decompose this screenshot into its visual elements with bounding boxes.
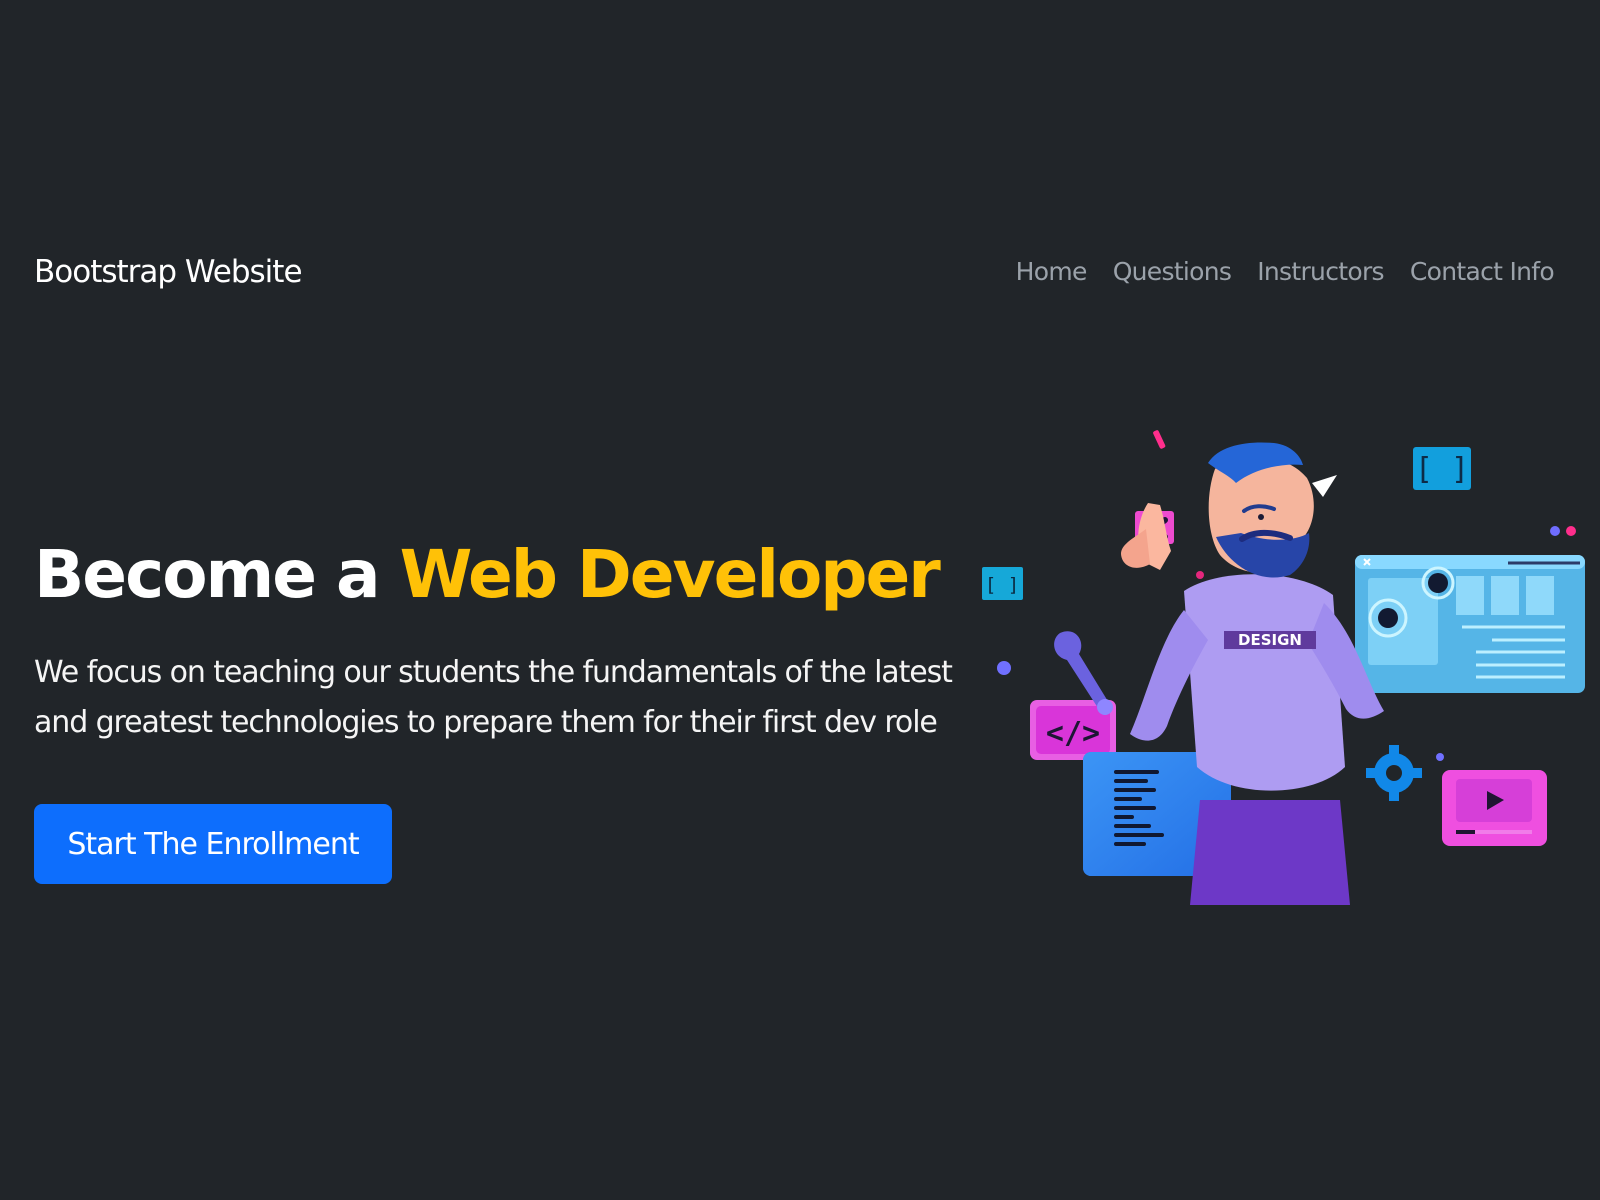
hero-section: Become a Web Developer We focus on teach… (34, 520, 974, 884)
svg-text:[ ]: [ ] (985, 574, 1019, 596)
decor-dot (1566, 526, 1576, 536)
bracket-icon: [ ] (1413, 447, 1471, 490)
nav-link-contact-info[interactable]: Contact Info (1410, 250, 1555, 294)
decor-dot (1196, 571, 1204, 579)
developer-illustration: [ ] [ ] </> DESIGN (970, 425, 1600, 910)
hero-title: Become a Web Developer (34, 520, 974, 630)
developer-illustration-svg: [ ] [ ] </> DESIGN (982, 430, 1585, 905)
decor-dot (997, 661, 1011, 675)
decor-dot (1550, 526, 1560, 536)
decor-mark (1153, 430, 1166, 449)
svg-text:</>: </> (1046, 716, 1100, 751)
svg-text:[ ]: [ ] (1415, 452, 1469, 487)
shirt-text: DESIGN (1238, 631, 1302, 649)
page: Bootstrap Website Home Questions Instruc… (0, 0, 1600, 1200)
nav-links: Home Questions Instructors Contact Info (1016, 250, 1555, 294)
brand-logo[interactable]: Bootstrap Website (34, 250, 303, 294)
triangle-icon (1312, 475, 1337, 497)
nav-link-instructors[interactable]: Instructors (1257, 250, 1384, 294)
hero-title-prefix: Become a (34, 536, 400, 613)
decor-dot (1436, 753, 1444, 761)
gear-icon (1366, 745, 1422, 801)
nav-link-home[interactable]: Home (1016, 250, 1088, 294)
play-video-icon (1442, 770, 1547, 846)
browser-window (1355, 555, 1585, 693)
nav-link-questions[interactable]: Questions (1113, 250, 1232, 294)
start-enrollment-button[interactable]: Start The Enrollment (34, 804, 392, 884)
bracket-icon: [ ] (982, 567, 1023, 600)
hero-title-highlight: Web Developer (399, 536, 941, 613)
navbar: Bootstrap Website Home Questions Instruc… (34, 250, 1555, 296)
hero-description: We focus on teaching our students the fu… (34, 655, 953, 740)
